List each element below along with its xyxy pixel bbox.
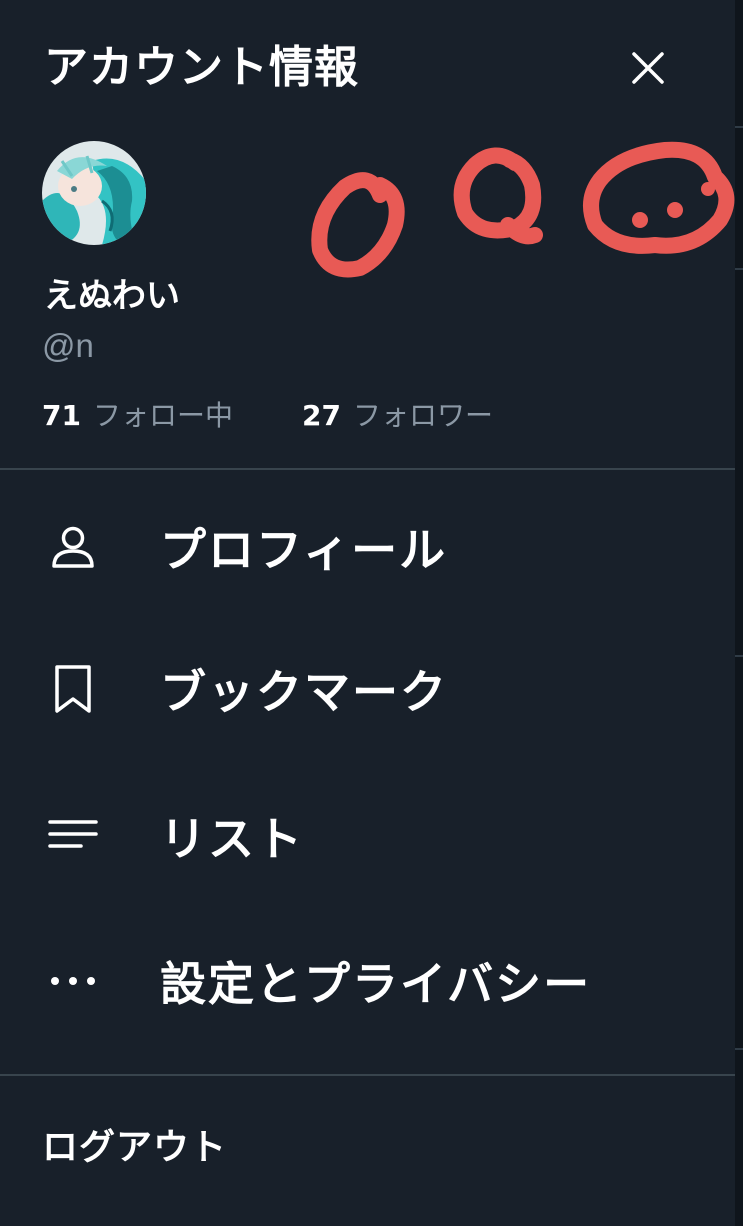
timeline-divider — [735, 655, 743, 657]
user-handle: @n — [42, 327, 94, 364]
avatar[interactable] — [42, 141, 146, 245]
timeline-divider — [735, 268, 743, 270]
doodle-speech-bubble — [583, 141, 735, 254]
list-icon — [46, 809, 100, 863]
close-button[interactable] — [620, 40, 676, 96]
following-link[interactable]: 71 フォロー中 — [42, 394, 233, 438]
menu-item-profile[interactable]: プロフィール — [0, 492, 735, 602]
person-icon — [46, 520, 100, 574]
followers-link[interactable]: 27 フォロワー — [302, 394, 493, 438]
divider — [0, 468, 735, 470]
doodle-dot — [632, 212, 648, 228]
following-count: 71 — [42, 399, 81, 432]
more-dots-icon — [46, 954, 100, 1008]
timeline-divider — [735, 126, 743, 128]
menu-item-label: 設定とプライバシー — [160, 957, 592, 1011]
menu-item-label: ブックマーク — [160, 665, 448, 719]
bookmark-icon — [46, 662, 100, 716]
menu-item-label: プロフィール — [160, 523, 448, 577]
menu-item-bookmarks[interactable]: ブックマーク — [0, 634, 735, 744]
annotation-doodles — [311, 141, 735, 278]
doodle-circle-1 — [311, 172, 405, 278]
menu-item-lists[interactable]: リスト — [0, 781, 735, 891]
account-drawer: アカウント情報 えぬわい @n 71 フォロー中 27 フォロワー プロフィール… — [0, 0, 735, 1226]
divider — [0, 1074, 735, 1076]
doodle-dot — [667, 202, 683, 218]
timeline-edge — [735, 0, 743, 1226]
following-label: フォロー中 — [92, 399, 233, 432]
display-name: えぬわい — [44, 276, 180, 316]
timeline-divider — [735, 1048, 743, 1050]
logout-button[interactable]: ログアウト — [42, 1118, 227, 1170]
followers-label: フォロワー — [352, 399, 493, 432]
close-icon — [632, 52, 664, 84]
page-title: アカウント情報 — [44, 42, 359, 93]
menu-item-label: リスト — [160, 812, 304, 866]
menu-item-settings[interactable]: 設定とプライバシー — [0, 926, 735, 1036]
doodle-dot — [701, 182, 715, 196]
followers-count: 27 — [302, 399, 341, 432]
doodle-circle-2 — [453, 147, 543, 245]
